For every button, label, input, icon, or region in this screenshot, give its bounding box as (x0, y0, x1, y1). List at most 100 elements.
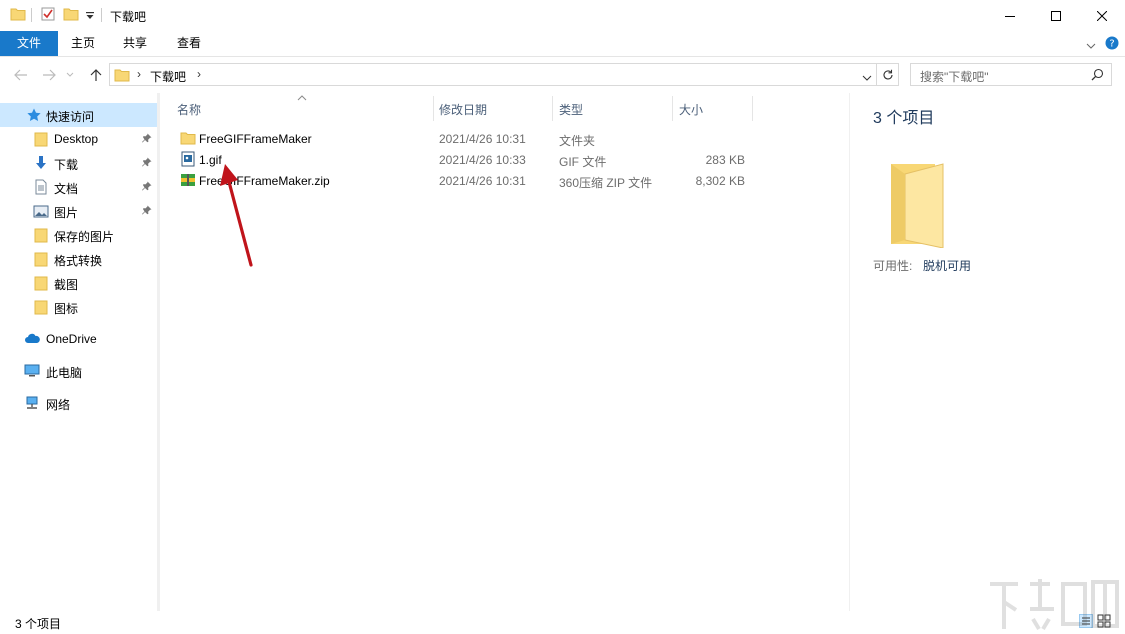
nav-item-saved-pictures[interactable]: 保存的图片 (0, 223, 157, 247)
details-item-count: 3 个项目 (873, 110, 935, 127)
nav-this-pc[interactable]: 此电脑 (0, 359, 157, 383)
folder-icon (33, 251, 49, 267)
nav-quick-access[interactable]: 快速访问 (0, 103, 157, 127)
separator (31, 8, 32, 22)
breadcrumb-separator-icon: › (137, 67, 141, 81)
up-button[interactable] (86, 65, 106, 85)
star-icon (26, 107, 42, 123)
column-divider[interactable] (672, 96, 673, 121)
nav-item-icons[interactable]: 图标 (0, 295, 157, 319)
file-size: 283 KB (705, 153, 745, 167)
nav-label: 图片 (54, 206, 79, 220)
nav-label: 此电脑 (46, 366, 83, 380)
nav-item-documents[interactable]: 文档 (0, 175, 157, 199)
file-type: GIF 文件 (559, 155, 607, 169)
nav-label: 下载 (54, 158, 79, 172)
status-bar: 3 个项目 (0, 611, 1125, 634)
pictures-icon (33, 203, 49, 219)
column-divider[interactable] (552, 96, 553, 121)
nav-item-pictures[interactable]: 图片 (0, 199, 157, 223)
sort-ascending-icon (297, 90, 307, 104)
column-header-name[interactable]: 名称 (177, 101, 201, 126)
recent-locations-button[interactable] (64, 65, 76, 85)
customize-toolbar-icon[interactable] (85, 10, 95, 24)
properties-icon[interactable] (40, 6, 56, 25)
document-icon (33, 179, 49, 195)
column-header-type[interactable]: 类型 (559, 101, 583, 126)
folder-icon (33, 227, 49, 243)
computer-icon (24, 363, 40, 379)
column-header-size[interactable]: 大小 (679, 101, 703, 126)
nav-scrollbar[interactable] (157, 93, 160, 611)
refresh-button[interactable] (877, 63, 899, 86)
nav-label: 图标 (54, 302, 79, 316)
nav-item-screenshots[interactable]: 截图 (0, 271, 157, 295)
nav-label: 截图 (54, 278, 79, 292)
nav-label: 格式转换 (54, 254, 103, 268)
gif-file-icon (180, 151, 196, 167)
zip-archive-icon (180, 172, 196, 188)
tab-file[interactable]: 文件 (0, 31, 58, 56)
column-header-date[interactable]: 修改日期 (439, 101, 487, 126)
forward-button[interactable] (39, 65, 59, 85)
help-icon[interactable]: ? (1105, 36, 1119, 53)
file-row[interactable]: FreeGIFFrameMaker 2021/4/26 10:31 文件夹 (176, 128, 756, 149)
folder-icon (180, 130, 196, 146)
nav-label: 保存的图片 (54, 230, 115, 244)
file-size: 8,302 KB (695, 174, 745, 188)
network-icon (24, 395, 40, 411)
watermark-logo (990, 579, 1119, 631)
file-date: 2021/4/26 10:31 (439, 174, 526, 188)
nav-label: 网络 (46, 398, 71, 412)
folder-icon (33, 131, 49, 147)
column-divider[interactable] (433, 96, 434, 121)
availability-value: 脱机可用 (923, 259, 972, 273)
annotation-arrow-icon (220, 164, 253, 267)
nav-item-desktop[interactable]: Desktop (0, 127, 157, 151)
nav-network[interactable]: 网络 (0, 391, 157, 415)
address-dropdown-icon[interactable] (862, 71, 872, 85)
back-button[interactable] (11, 65, 31, 85)
tab-view[interactable]: 查看 (167, 31, 211, 56)
status-item-count: 3 个项目 (15, 617, 62, 631)
search-placeholder: 搜索"下载吧" (920, 70, 989, 84)
nav-item-format-convert[interactable]: 格式转换 (0, 247, 157, 271)
folder-icon (33, 299, 49, 315)
folder-icon (33, 275, 49, 291)
search-icon[interactable] (1091, 68, 1104, 84)
file-row[interactable]: 1.gif 2021/4/26 10:33 GIF 文件 283 KB (176, 149, 756, 170)
ribbon: 文件 主页 共享 查看 ? (0, 31, 1125, 57)
details-pane-divider[interactable] (849, 93, 850, 611)
nav-label: OneDrive (46, 332, 97, 346)
search-input[interactable]: 搜索"下载吧" (910, 63, 1112, 86)
new-folder-icon[interactable] (63, 6, 79, 25)
nav-label: Desktop (54, 132, 99, 146)
pin-icon[interactable] (142, 180, 152, 194)
nav-label: 快速访问 (46, 110, 95, 124)
nav-item-downloads[interactable]: 下载 (0, 151, 157, 175)
file-row[interactable]: FreeGIFFrameMaker.zip 2021/4/26 10:31 36… (176, 170, 756, 191)
close-button[interactable] (1079, 0, 1125, 31)
expand-ribbon-icon[interactable] (1086, 39, 1096, 53)
file-date: 2021/4/26 10:33 (439, 153, 526, 167)
navigation-pane: 快速访问 Desktop 下载 文档 图片 保存的图片 格式转换 截图 图标 O… (0, 93, 160, 611)
file-date: 2021/4/26 10:31 (439, 132, 526, 146)
breadcrumb-item[interactable]: 下载吧 (150, 68, 186, 85)
download-icon (33, 155, 49, 171)
maximize-button[interactable] (1033, 0, 1079, 31)
file-type: 文件夹 (559, 134, 596, 148)
column-divider[interactable] (752, 96, 753, 121)
breadcrumb-separator-icon[interactable]: › (197, 67, 201, 81)
svg-text:?: ? (1109, 39, 1114, 50)
tab-home[interactable]: 主页 (62, 31, 104, 56)
tab-share[interactable]: 共享 (114, 31, 156, 56)
address-bar[interactable]: › 下载吧 › (109, 63, 877, 86)
pin-icon[interactable] (142, 204, 152, 218)
pin-icon[interactable] (142, 132, 152, 146)
window-title: 下载吧 (110, 10, 147, 24)
nav-onedrive[interactable]: OneDrive (0, 327, 157, 351)
folder-icon (10, 6, 26, 25)
title-bar: 下载吧 (0, 0, 1125, 31)
pin-icon[interactable] (142, 156, 152, 170)
minimize-button[interactable] (987, 0, 1033, 31)
